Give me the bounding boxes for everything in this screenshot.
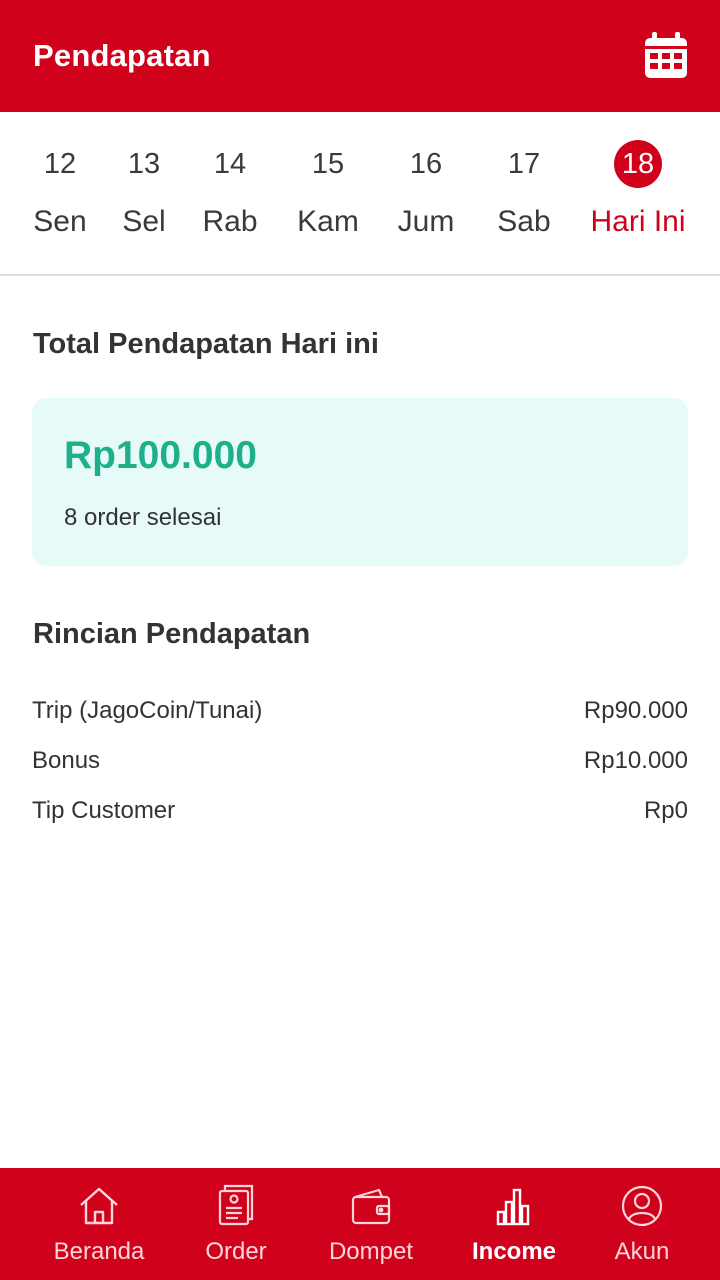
day-name: Jum [397, 205, 455, 238]
home-icon [80, 1187, 118, 1225]
completed-orders-count: 8 order selesai [64, 504, 222, 531]
detail-label: Bonus [32, 747, 101, 774]
nav-item-dompet[interactable]: Dompet [306, 1168, 436, 1280]
day-name: Sab [497, 205, 551, 238]
detail-row-bonus: Bonus Rp10.000 [32, 747, 688, 781]
detail-label: Tip Customer [32, 797, 176, 824]
page-title: Pendapatan [33, 38, 211, 73]
detail-row-tip: Tip Customer Rp0 [32, 797, 688, 831]
nav-item-akun[interactable]: Akun [590, 1168, 694, 1280]
app-bar: Pendapatan [0, 0, 720, 112]
detail-value: Rp10.000 [583, 747, 688, 774]
day-item-17[interactable]: 17 Sab [469, 140, 579, 250]
day-number: 17 [507, 148, 541, 180]
calendar-button[interactable] [642, 30, 690, 82]
calendar-icon [645, 32, 687, 78]
bottom-nav: Beranda Order Dompet Income Akun [0, 1168, 720, 1280]
day-number: 15 [311, 148, 345, 180]
detail-label: Trip (JagoCoin/Tunai) [32, 697, 263, 724]
nav-label: Income [471, 1238, 557, 1265]
total-income-amount: Rp100.000 [64, 434, 257, 477]
day-item-today[interactable]: 18 Hari Ini [583, 140, 693, 250]
day-item-16[interactable]: 16 Jum [371, 140, 481, 250]
day-number: 14 [213, 148, 247, 180]
nav-label: Dompet [328, 1238, 414, 1265]
day-item-15[interactable]: 15 Kam [273, 140, 383, 250]
income-summary-card: Rp100.000 8 order selesai [32, 398, 688, 566]
day-name: Kam [297, 205, 359, 238]
detail-value: Rp0 [643, 797, 688, 824]
user-icon [621, 1185, 663, 1227]
date-selector: 12 Sen 13 Sel 14 Rab 15 Kam 16 Jum 17 Sa… [0, 112, 720, 276]
nav-label: Order [205, 1238, 267, 1265]
nav-item-order[interactable]: Order [176, 1168, 296, 1280]
day-name-selected: Hari Ini [590, 205, 686, 238]
day-number: 16 [409, 148, 443, 180]
bar-chart-icon [496, 1188, 530, 1226]
nav-label: Beranda [53, 1238, 145, 1265]
day-item-14[interactable]: 14 Rab [175, 140, 285, 250]
nav-item-beranda[interactable]: Beranda [34, 1168, 164, 1280]
nav-label: Akun [614, 1238, 670, 1265]
detail-row-trip: Trip (JagoCoin/Tunai) Rp90.000 [32, 697, 688, 731]
summary-title: Total Pendapatan Hari ini [33, 328, 379, 360]
day-number-selected: 18 [614, 140, 662, 188]
detail-value: Rp90.000 [583, 697, 688, 724]
details-title: Rincian Pendapatan [33, 618, 311, 650]
order-list-icon [218, 1184, 254, 1226]
wallet-icon [351, 1188, 391, 1225]
day-name: Rab [202, 205, 258, 238]
nav-item-income[interactable]: Income [452, 1168, 576, 1280]
